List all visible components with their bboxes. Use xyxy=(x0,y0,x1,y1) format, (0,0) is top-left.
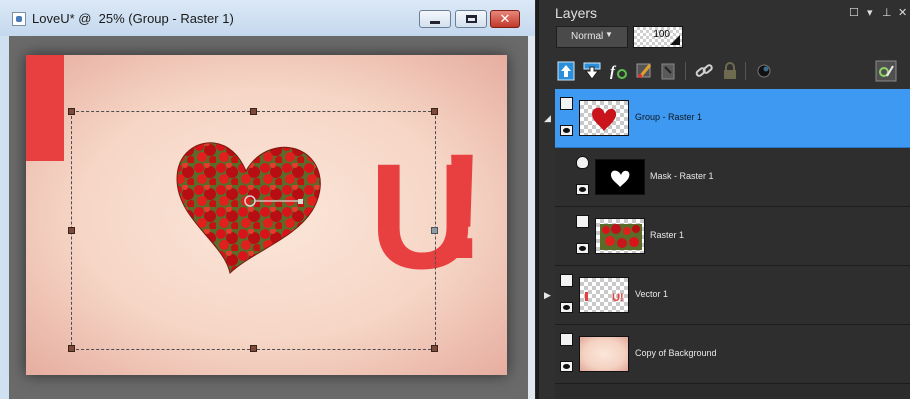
close-icon: ✕ xyxy=(499,11,511,27)
layer-row-group-raster-1[interactable]: ◢ Group - Raster 1 xyxy=(544,89,910,148)
layer-name: Raster 1 xyxy=(650,230,685,240)
close-button[interactable]: ✕ xyxy=(490,10,520,28)
layer-row-raster-1[interactable]: Raster 1 xyxy=(555,207,910,266)
resize-handle[interactable] xyxy=(68,345,75,352)
layer-list[interactable]: ◢ Group - Raster 1 Mask - Raster 1 Raste… xyxy=(544,89,910,399)
layer-effects-icon[interactable]: f xyxy=(607,60,629,82)
resize-handle[interactable] xyxy=(250,345,257,352)
layers-panel: Layers ☐ ▾ ⊥ ✕ Normal ▼ 100 f ◢ Group - … xyxy=(536,0,910,399)
layer-thumbnail: U! xyxy=(579,277,629,313)
maximize-icon xyxy=(465,15,477,23)
resize-handle[interactable] xyxy=(68,108,75,115)
layer-name: Group - Raster 1 xyxy=(635,112,703,122)
visibility-eye-icon[interactable] xyxy=(560,125,573,136)
svg-text:U!: U! xyxy=(612,292,624,304)
image-window-title: LoveU* @ 25% (Group - Raster 1) xyxy=(32,11,234,26)
opacity-field[interactable]: 100 xyxy=(633,26,683,48)
opacity-value: 100 xyxy=(653,29,670,40)
undock-icon[interactable]: ☐ xyxy=(849,6,859,19)
collapse-icon[interactable]: ◢ xyxy=(544,113,551,124)
vector-layer-icon xyxy=(560,274,573,287)
maximize-button[interactable] xyxy=(455,10,487,28)
layer-row-mask-raster-1[interactable]: Mask - Raster 1 xyxy=(555,148,910,207)
resize-handle[interactable] xyxy=(431,227,438,234)
visibility-eye-icon[interactable] xyxy=(576,243,589,254)
raster-layer-icon xyxy=(560,333,573,346)
canvas-area[interactable]: U ! xyxy=(9,36,528,399)
letter-i-shape xyxy=(26,55,64,161)
minimize-icon xyxy=(430,20,440,24)
new-vector-layer-icon[interactable] xyxy=(581,60,603,82)
layer-name: Vector 1 xyxy=(635,289,669,299)
chevron-down-icon: ▼ xyxy=(605,30,613,39)
vertical-scrollbar[interactable] xyxy=(528,36,535,399)
toolbar-separator xyxy=(745,62,746,80)
image-canvas[interactable]: U ! xyxy=(26,55,507,375)
resize-handle[interactable] xyxy=(250,108,257,115)
delete-layer-icon[interactable] xyxy=(657,60,679,82)
resize-handle[interactable] xyxy=(431,345,438,352)
resize-handle[interactable] xyxy=(68,227,75,234)
layer-name: Mask - Raster 1 xyxy=(650,171,714,181)
toolbar-separator xyxy=(685,62,686,80)
panel-menu-icon[interactable]: ▾ xyxy=(867,6,873,19)
adjustment-icon[interactable] xyxy=(753,60,775,82)
visibility-eye-icon[interactable] xyxy=(560,361,573,372)
svg-text:f: f xyxy=(610,64,617,80)
mask-layer-icon xyxy=(576,156,589,169)
image-window[interactable]: LoveU* @ 25% (Group - Raster 1) ✕ U ! xyxy=(0,0,535,399)
blend-mode-select[interactable]: Normal xyxy=(556,26,628,48)
panel-close-icon[interactable]: ✕ xyxy=(898,6,907,19)
new-raster-layer-icon[interactable] xyxy=(555,60,577,82)
raster-layer-icon xyxy=(576,215,589,228)
group-layer-icon xyxy=(560,97,573,110)
link-icon[interactable] xyxy=(693,60,715,82)
layer-name: Copy of Background xyxy=(635,348,717,358)
lock-icon[interactable] xyxy=(719,60,741,82)
edit-properties-icon[interactable] xyxy=(633,60,655,82)
visibility-eye-icon[interactable] xyxy=(560,302,573,313)
layer-row-vector-1[interactable]: ▶ U! Vector 1 xyxy=(544,266,910,325)
layer-thumbnail xyxy=(595,218,645,254)
image-window-titlebar[interactable]: LoveU* @ 25% (Group - Raster 1) ✕ xyxy=(0,0,535,36)
resize-handle[interactable] xyxy=(431,108,438,115)
layer-row-copy-of-background[interactable]: Copy of Background xyxy=(555,325,910,384)
minimize-button[interactable] xyxy=(419,10,451,28)
highlight-icon[interactable] xyxy=(875,60,897,82)
expand-icon[interactable]: ▶ xyxy=(544,290,551,301)
visibility-eye-icon[interactable] xyxy=(576,184,589,195)
layer-thumbnail xyxy=(579,336,629,372)
layers-toolbar: f xyxy=(553,58,903,86)
opacity-slider-icon[interactable] xyxy=(670,35,680,45)
exclamation-mark: ! xyxy=(437,122,487,290)
panel-title: Layers xyxy=(555,5,598,21)
document-icon xyxy=(12,12,26,26)
mask-thumbnail xyxy=(595,159,645,195)
layer-thumbnail xyxy=(579,100,629,136)
pin-icon[interactable]: ⊥ xyxy=(882,6,892,19)
selection-marquee[interactable] xyxy=(68,108,438,352)
